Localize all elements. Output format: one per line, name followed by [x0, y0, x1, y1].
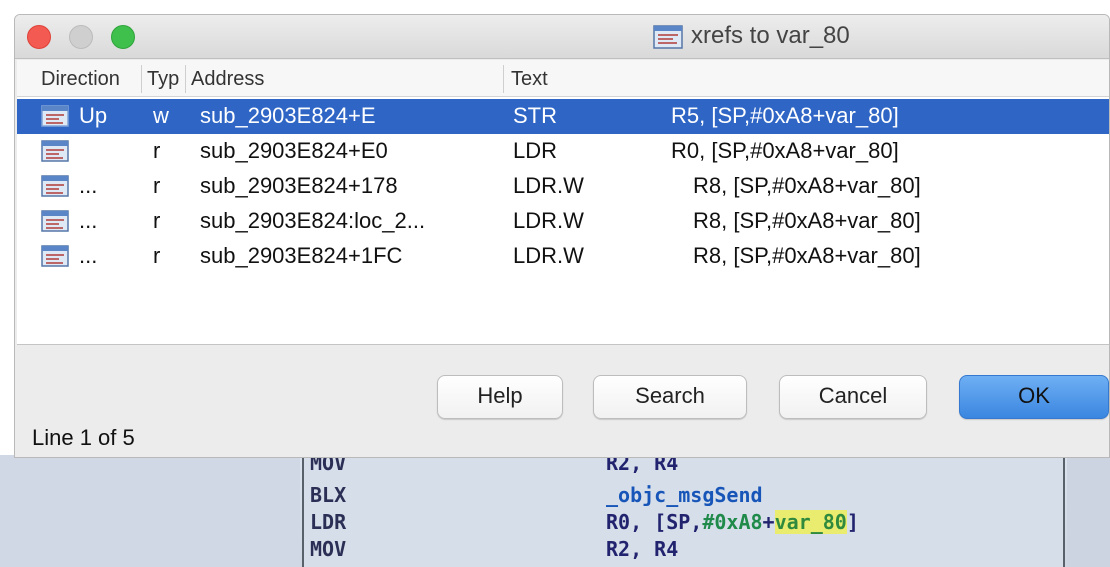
column-header-direction[interactable]: Direction [41, 68, 141, 91]
xref-operands: R8, [SP,#0xA8+var_80] [693, 208, 921, 233]
window-title: xrefs to var_80 [691, 22, 850, 49]
xref-operands: R0, [SP,#0xA8+var_80] [671, 138, 899, 163]
zoom-window-button[interactable] [111, 25, 135, 49]
xref-direction: ... [79, 243, 98, 268]
xref-direction: ... [79, 208, 98, 233]
highlighted-var-80[interactable]: var_80 [774, 510, 847, 534]
ok-button[interactable]: OK [959, 375, 1109, 419]
list-header: Direction Typ Address Text [17, 60, 1109, 97]
disassembly-left-margin [0, 455, 300, 567]
xref-function-icon [41, 175, 69, 197]
column-divider[interactable] [141, 65, 142, 93]
xref-mnemonic: LDR.W [513, 243, 584, 268]
xref-mnemonic: STR [513, 103, 557, 128]
code-operand-bracket: ] [846, 510, 859, 534]
xref-function-icon [41, 105, 69, 127]
column-divider[interactable] [503, 65, 504, 93]
xref-type: r [153, 208, 161, 233]
search-button[interactable]: Search [593, 375, 747, 419]
xref-type: r [153, 243, 161, 268]
minimize-window-button[interactable] [69, 25, 93, 49]
xref-address: sub_2903E824+1FC [200, 243, 403, 268]
help-button[interactable]: Help [437, 375, 563, 419]
xref-row[interactable]: Up w sub_2903E824+E STR R5, [SP,#0xA8+va… [17, 99, 1109, 134]
xref-mnemonic: LDR.W [513, 173, 584, 198]
xref-function-icon [41, 140, 69, 162]
code-operand-register: R0, [SP, [606, 510, 703, 534]
xref-mnemonic: LDR [513, 138, 558, 163]
code-mnemonic: BLX [310, 483, 347, 507]
xref-operands: R8, [SP,#0xA8+var_80] [693, 243, 921, 268]
code-operands: R0, [SP,#0xA8+var_80] [606, 510, 859, 534]
xref-operands: R5, [SP,#0xA8+var_80] [671, 103, 899, 128]
xrefs-dialog: xrefs to var_80 Direction Typ Address Te… [14, 14, 1110, 458]
column-divider[interactable] [185, 65, 186, 93]
xref-type: r [153, 138, 161, 163]
xref-address: sub_2903E824+178 [200, 173, 398, 198]
xref-type: w [153, 103, 169, 128]
disassembly-view [0, 455, 1110, 567]
column-header-address[interactable]: Address [191, 68, 491, 91]
cancel-button[interactable]: Cancel [779, 375, 927, 419]
xref-address: sub_2903E824+E0 [200, 138, 388, 163]
code-operands: R2, R4 [606, 537, 679, 561]
xrefs-list[interactable]: Direction Typ Address Text Up w sub_2903… [17, 60, 1109, 345]
xref-address: sub_2903E824:loc_2... [200, 208, 426, 233]
xref-type: r [153, 173, 161, 198]
xref-function-icon [41, 245, 69, 267]
code-mnemonic: LDR [310, 510, 347, 534]
disassembly-right-margin [1067, 455, 1110, 567]
code-operands: _objc_msgSend [606, 484, 763, 506]
xref-direction: Up [79, 103, 108, 128]
column-header-type[interactable]: Typ [147, 68, 185, 91]
code-operand-offset: #0xA8 [702, 510, 763, 534]
xref-row[interactable]: r sub_2903E824+E0 LDR R0, [SP,#0xA8+var_… [17, 134, 1109, 169]
xref-operands: R8, [SP,#0xA8+var_80] [693, 173, 921, 198]
code-operand-plus: + [762, 510, 775, 534]
xref-function-icon [41, 210, 69, 232]
xref-row[interactable]: ... r sub_2903E824+1FC LDR.W R8, [SP,#0x… [17, 239, 1109, 274]
function-window-icon [653, 25, 683, 49]
xref-mnemonic: LDR.W [513, 208, 584, 233]
code-mnemonic: MOV [310, 537, 347, 561]
xref-row[interactable]: ... r sub_2903E824+178 LDR.W R8, [SP,#0x… [17, 169, 1109, 204]
xref-direction: ... [79, 173, 98, 198]
title-bar[interactable]: xrefs to var_80 [15, 15, 1109, 59]
xref-row[interactable]: ... r sub_2903E824:loc_2... LDR.W R8, [S… [17, 204, 1109, 239]
code-symbol-link[interactable]: _objc_msgSend [606, 483, 763, 507]
xref-address: sub_2903E824+E [200, 103, 376, 128]
close-window-button[interactable] [27, 25, 51, 49]
line-status: Line 1 of 5 [32, 425, 135, 450]
column-header-text[interactable]: Text [511, 68, 811, 91]
